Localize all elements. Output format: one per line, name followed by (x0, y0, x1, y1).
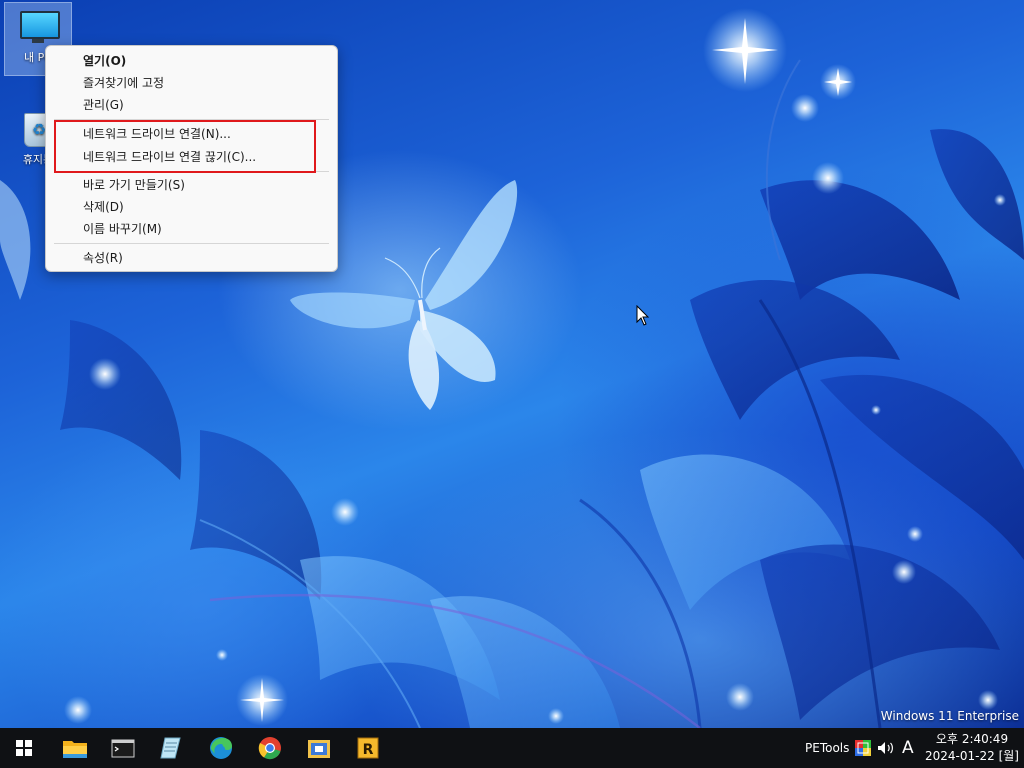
clock-time: 오후 2:40:49 (935, 732, 1009, 746)
menu-item-delete[interactable]: 삭제(D) (50, 196, 333, 218)
menu-item-pin-quick-access[interactable]: 즐겨찾기에 고정 (50, 72, 333, 94)
tray-petools-label[interactable]: PETools (805, 728, 849, 768)
input-method-indicator[interactable]: A (902, 728, 914, 768)
menu-item-manage[interactable]: 관리(G) (50, 94, 333, 116)
command-prompt-icon[interactable] (105, 732, 141, 764)
menu-item-create-shortcut[interactable]: 바로 가기 만들기(S) (50, 174, 333, 196)
notepad-icon[interactable] (153, 732, 189, 764)
annotation-highlight-box (54, 120, 316, 173)
chrome-browser-icon[interactable] (252, 732, 288, 764)
taskbar-clock[interactable]: 오후 2:40:49 2024-01-22 [월] (924, 731, 1020, 765)
taskbar: R PETools A 오후 2:40:49 2024-01-22 [월] (0, 728, 1024, 768)
clock-date: 2024-01-22 [월] (925, 749, 1019, 763)
desktop[interactable]: 내 PC ♻ 휴지통 열기(O) 즐겨찾기에 고정 관리(G) 네트워크 드라이… (0, 0, 1024, 728)
volume-icon[interactable] (876, 740, 896, 756)
edge-browser-icon[interactable] (203, 732, 239, 764)
menu-item-rename[interactable]: 이름 바꾸기(M) (50, 218, 333, 240)
windows-start-icon[interactable] (6, 732, 42, 764)
svg-text:R: R (363, 742, 374, 758)
menu-item-properties[interactable]: 속성(R) (50, 247, 333, 269)
monitor-icon (18, 7, 60, 47)
app-folder-icon[interactable] (301, 732, 337, 764)
r-app-icon[interactable]: R (350, 732, 386, 764)
windows-edition-watermark: Windows 11 Enterprise (880, 709, 1019, 723)
color-palette-icon[interactable] (855, 740, 871, 756)
menu-item-open[interactable]: 열기(O) (50, 50, 333, 72)
context-menu: 열기(O) 즐겨찾기에 고정 관리(G) 네트워크 드라이브 연결(N)... … (45, 45, 338, 272)
file-explorer-icon[interactable] (57, 732, 93, 764)
menu-separator (54, 243, 329, 244)
mouse-pointer-icon (636, 305, 650, 326)
